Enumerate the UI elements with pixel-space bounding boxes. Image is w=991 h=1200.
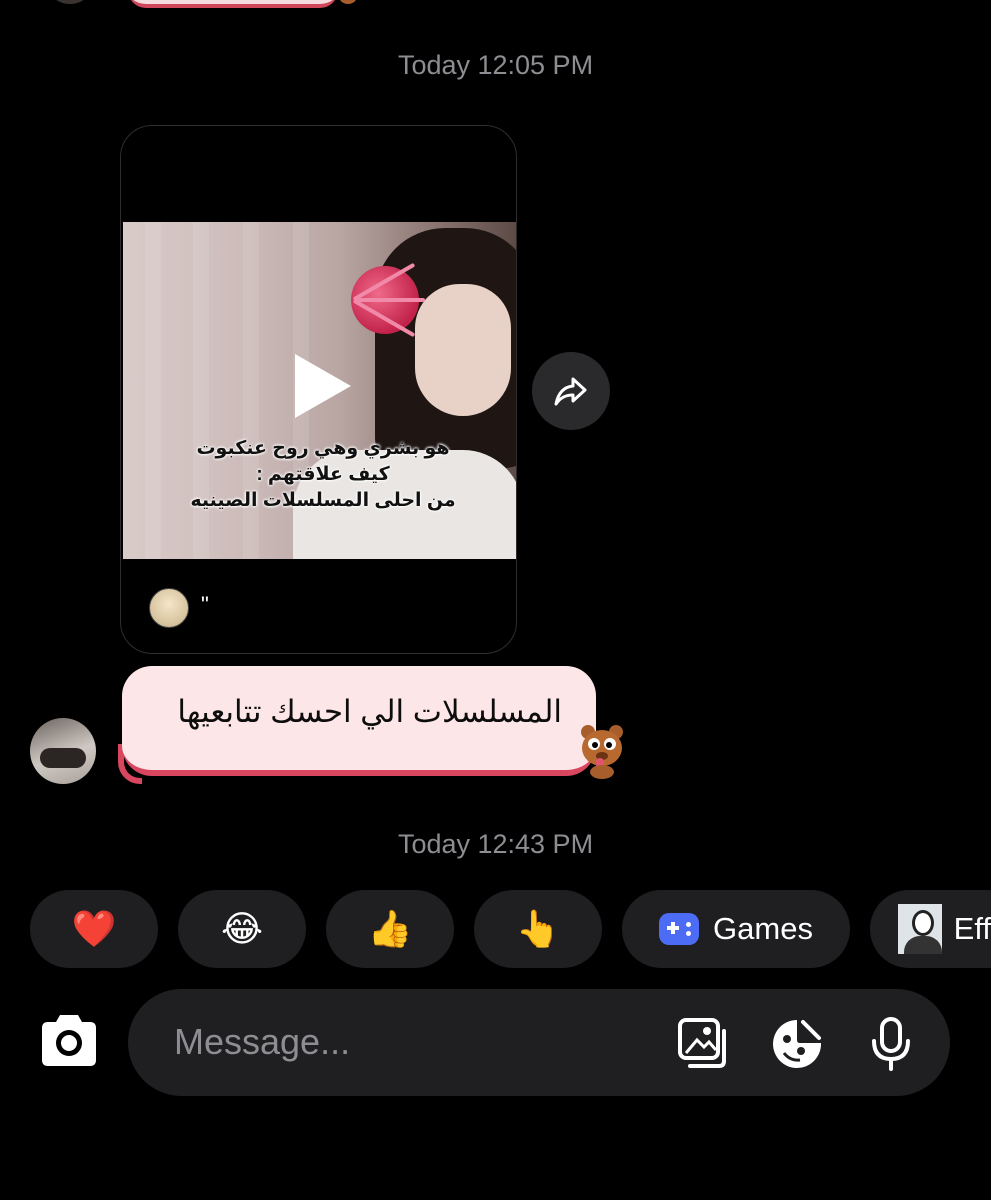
- quick-reaction-heart[interactable]: ❤️: [30, 890, 158, 968]
- reel-caption: هو بشري وهي روح عنكبوت كيف علاقتهم : من …: [153, 436, 493, 514]
- camera-icon[interactable]: [34, 1010, 104, 1072]
- figure-face: [415, 284, 511, 416]
- bear-sticker-icon: [581, 725, 623, 779]
- share-button[interactable]: [532, 352, 610, 430]
- message-input[interactable]: [174, 1017, 634, 1067]
- quick-reaction-thumbs-up[interactable]: 👍: [326, 890, 454, 968]
- timestamp-1243: Today 12:43 PM: [397, 829, 594, 859]
- reel-author-name[interactable]: ": [201, 592, 209, 618]
- previous-message-sticker: [338, 0, 358, 4]
- message-bubble[interactable]: المسلسلات الي احسك تتابعيها: [122, 666, 596, 776]
- message-composer[interactable]: [128, 989, 950, 1096]
- reel-author-avatar[interactable]: [149, 588, 189, 628]
- microphone-icon[interactable]: [866, 1017, 916, 1071]
- gallery-icon[interactable]: [676, 1017, 732, 1069]
- effects-thumbnail: [898, 904, 942, 954]
- effects-label: Eff: [953, 911, 991, 946]
- reel-video-thumbnail[interactable]: هو بشري وهي روح عنكبوت كيف علاقتهم : من …: [123, 222, 516, 559]
- games-label: Games: [713, 911, 813, 946]
- reel-caption-line-3: من احلى المسلسلات الصينيه: [190, 490, 456, 511]
- reel-caption-line-2: كيف علاقتهم :: [256, 464, 390, 485]
- previous-message-bubble[interactable]: [128, 0, 338, 8]
- gamepad-icon: [659, 913, 700, 945]
- spider-ornament: [351, 262, 425, 338]
- timestamp-1205: Today 12:05 PM: [397, 50, 594, 80]
- games-button[interactable]: Games: [622, 890, 850, 968]
- play-icon[interactable]: [295, 354, 351, 418]
- reel-caption-line-1: هو بشري وهي روح عنكبوت: [196, 438, 450, 459]
- message-text: المسلسلات الي احسك تتابعيها: [177, 694, 562, 729]
- share-arrow-icon: [554, 377, 587, 406]
- quick-reaction-laugh[interactable]: 😂: [178, 890, 306, 968]
- shared-reel-card[interactable]: هو بشري وهي روح عنكبوت كيف علاقتهم : من …: [120, 125, 517, 654]
- quick-reaction-point-up[interactable]: 👆: [474, 890, 602, 968]
- effects-button[interactable]: Eff: [870, 890, 991, 968]
- previous-sender-avatar[interactable]: [50, 0, 90, 4]
- sticker-icon[interactable]: [770, 1017, 826, 1071]
- sender-avatar[interactable]: [30, 718, 96, 784]
